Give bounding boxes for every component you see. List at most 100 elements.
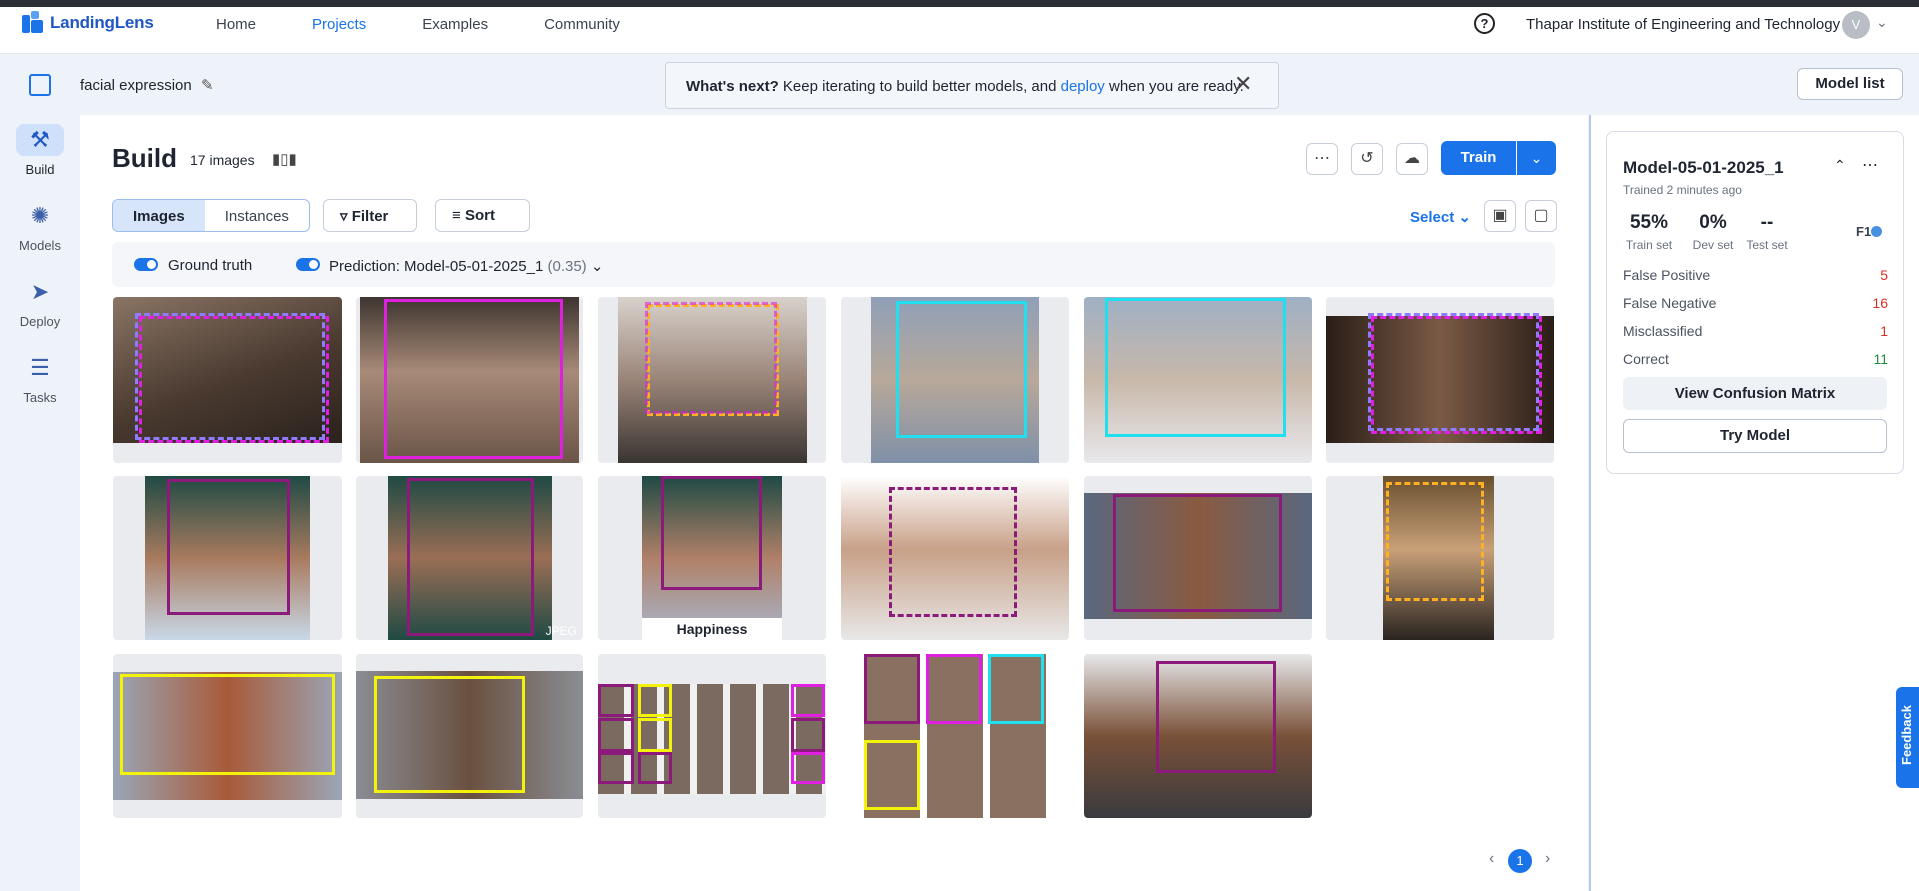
whats-next-banner: What's next? Keep iterating to build bet… — [665, 62, 1279, 109]
ground-truth-toggle[interactable] — [134, 258, 158, 271]
model-list-button[interactable]: Model list — [1797, 68, 1903, 100]
tab-images[interactable]: Images — [113, 200, 205, 231]
chevron-down-icon[interactable]: ⌄ — [1876, 14, 1888, 31]
image-tile[interactable] — [113, 654, 342, 818]
help-icon[interactable]: ? — [1474, 13, 1495, 34]
logo[interactable]: LandingLens — [22, 11, 154, 35]
metric-train: 55% Train set — [1623, 212, 1675, 252]
prediction-label: Prediction: Model-05-01-2025_1 — [329, 258, 544, 275]
bounding-box — [638, 684, 672, 717]
prev-page-icon[interactable]: ‹ — [1489, 850, 1494, 868]
bounding-box — [374, 676, 525, 793]
filter-button[interactable]: ▿ Filter — [323, 199, 417, 232]
nav-examples[interactable]: Examples — [422, 16, 488, 33]
image-tile[interactable]: Happiness — [598, 476, 826, 640]
stat-false-negative-value[interactable]: 16 — [1860, 295, 1888, 311]
bounding-box — [407, 478, 534, 636]
deploy-link[interactable]: deploy — [1061, 78, 1105, 95]
bounding-box — [1156, 661, 1276, 773]
bounding-box — [791, 752, 825, 784]
trained-time: Trained 2 minutes ago — [1623, 183, 1742, 197]
metric-type[interactable]: F1 — [1856, 224, 1883, 239]
bounding-box — [384, 299, 563, 459]
image-tile[interactable] — [841, 654, 1069, 818]
image-tile[interactable] — [1084, 297, 1312, 463]
stat-false-positive-label: False Positive — [1623, 267, 1711, 283]
bounding-box — [896, 301, 1027, 438]
image-tile[interactable] — [598, 654, 826, 818]
image-tile[interactable] — [356, 654, 583, 818]
image-tile[interactable] — [1326, 297, 1554, 463]
tab-instances[interactable]: Instances — [205, 200, 309, 231]
image-tile[interactable]: JPEG — [356, 476, 583, 640]
bounding-box — [167, 479, 290, 615]
image-tile[interactable] — [113, 476, 342, 640]
select-dropdown[interactable]: Select ⌄ — [1410, 208, 1471, 226]
sidebar-item-deploy[interactable]: ➤ Deploy — [0, 276, 80, 329]
metric-label: Test set — [1746, 238, 1788, 252]
bounding-box — [889, 487, 1017, 617]
nav-links: Home Projects Examples Community — [216, 16, 620, 33]
sidebar-item-build[interactable]: ⚒ Build — [0, 124, 80, 177]
bounding-box — [988, 654, 1044, 724]
rocket-icon: ➤ — [30, 279, 50, 304]
bounding-box — [1386, 482, 1484, 601]
sidebar-item-models[interactable]: ✺ Models — [0, 200, 80, 253]
sidebar-item-tasks[interactable]: ☰ Tasks — [0, 352, 80, 405]
chevron-down-icon[interactable]: ⌄ — [1517, 141, 1556, 175]
edit-pencil-icon[interactable]: ✎ — [201, 76, 214, 94]
image-tile[interactable] — [1326, 476, 1554, 640]
image-tile[interactable] — [1084, 654, 1312, 818]
stat-false-negative-label: False Negative — [1623, 295, 1717, 311]
chevron-up-icon[interactable]: ⌃ — [1834, 157, 1846, 174]
more-options-icon[interactable]: ⋯ — [1306, 143, 1338, 175]
project-name: facial expression — [80, 77, 192, 94]
filter-label: Filter — [351, 208, 389, 225]
stat-correct-label: Correct — [1623, 351, 1669, 367]
fullscreen-icon[interactable]: ▢ — [1525, 200, 1557, 232]
metric-label: Train set — [1625, 238, 1673, 252]
banner-tail: when you are ready. — [1108, 78, 1244, 95]
bounding-box — [791, 718, 825, 752]
image-tile[interactable] — [356, 297, 583, 463]
stat-misclassified-value[interactable]: 1 — [1860, 323, 1888, 339]
image-tile[interactable] — [1084, 476, 1312, 640]
stat-misclassified-label: Misclassified — [1623, 323, 1703, 339]
bar-chart-icon[interactable]: ▮▯▮ — [272, 150, 297, 168]
sidebar-item-label: Deploy — [19, 314, 61, 329]
history-icon[interactable]: ↺ — [1351, 143, 1383, 175]
sort-icon: ≡ — [452, 207, 461, 224]
org-name[interactable]: Thapar Institute of Engineering and Tech… — [1526, 16, 1840, 33]
logo-text: LandingLens — [50, 13, 154, 32]
avatar[interactable]: V — [1842, 11, 1870, 39]
stat-false-positive-value[interactable]: 5 — [1860, 267, 1888, 283]
bounding-box — [135, 313, 325, 440]
image-tile[interactable] — [841, 476, 1069, 640]
feedback-tab[interactable]: Feedback — [1896, 687, 1919, 788]
sort-button[interactable]: ≡ Sort — [435, 199, 530, 232]
nav-community[interactable]: Community — [544, 16, 620, 33]
close-icon[interactable]: ✕ — [1234, 73, 1252, 95]
more-options-icon[interactable]: ⋯ — [1862, 155, 1878, 175]
image-tile[interactable] — [598, 297, 826, 463]
page-number[interactable]: 1 — [1508, 849, 1532, 873]
nav-home[interactable]: Home — [216, 16, 256, 33]
try-model-button[interactable]: Try Model — [1623, 419, 1887, 453]
bounding-box — [1105, 298, 1286, 437]
image-tile[interactable] — [113, 297, 342, 463]
stat-correct-value[interactable]: 11 — [1860, 351, 1888, 367]
train-button[interactable]: Train — [1441, 141, 1516, 175]
nav-projects[interactable]: Projects — [312, 16, 366, 33]
image-caption: Happiness — [642, 618, 782, 640]
prediction-toggle[interactable] — [296, 258, 320, 271]
view-confusion-matrix-button[interactable]: View Confusion Matrix — [1623, 377, 1887, 410]
bounding-box — [638, 718, 672, 752]
next-page-icon[interactable]: › — [1545, 850, 1550, 868]
prediction-selector[interactable]: Prediction: Model-05-01-2025_1 (0.35) ⌄ — [329, 257, 603, 275]
cloud-upload-icon[interactable]: ☁ — [1396, 143, 1428, 175]
top-strip — [0, 0, 1919, 7]
image-tile[interactable] — [841, 297, 1069, 463]
metric-test: -- Test set — [1741, 212, 1793, 252]
banner-text: Keep iterating to build better models, a… — [782, 78, 1057, 95]
focus-icon[interactable]: ▣ — [1484, 200, 1516, 232]
